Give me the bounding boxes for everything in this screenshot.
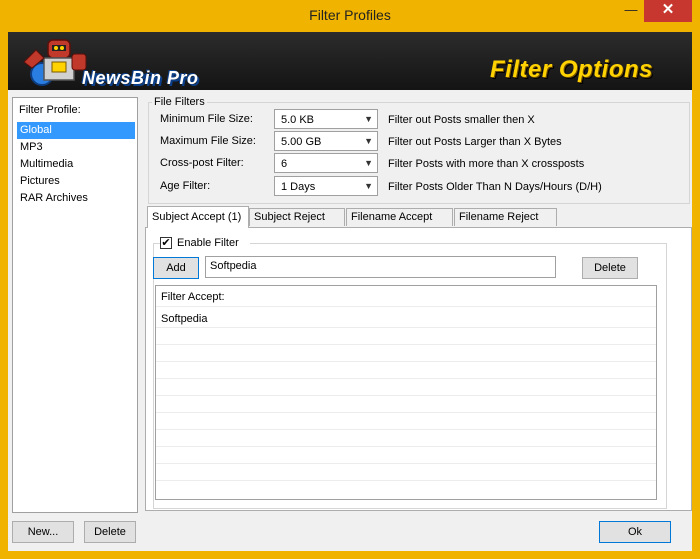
filter-accept-list[interactable]: Filter Accept: Softpedia — [155, 285, 657, 500]
title-bar[interactable]: Filter Profiles — ✕ — [0, 0, 700, 32]
list-gridline — [156, 395, 656, 396]
max-file-size-value: 5.00 GB — [281, 136, 322, 148]
profile-item-pictures[interactable]: Pictures — [17, 173, 135, 190]
max-file-size-select[interactable]: 5.00 GB ▼ — [274, 131, 378, 151]
age-filter-row: Age Filter: 1 Days ▼ Filter Posts Older T… — [160, 176, 690, 196]
cross-post-filter-value: 6 — [281, 158, 288, 170]
min-file-size-label: Minimum File Size: — [160, 113, 253, 125]
close-icon: ✕ — [661, 1, 675, 18]
list-gridline — [156, 306, 656, 307]
filter-accept-header: Filter Accept: — [161, 291, 225, 303]
age-filter-label: Age Filter: — [160, 180, 211, 192]
newsbin-logo-text: NewsBin Pro — [82, 68, 199, 88]
tab-subject-reject[interactable]: Subject Reject (0) — [249, 208, 345, 240]
profile-list-label: Filter Profile: — [19, 104, 81, 116]
profile-items: Global MP3 Multimedia Pictures RAR Archi… — [17, 122, 135, 207]
min-file-size-value: 5.0 KB — [281, 114, 315, 126]
add-button[interactable]: Add — [153, 257, 199, 279]
enable-filter-checkbox[interactable]: ✔ — [160, 237, 172, 249]
banner: NewsBin Pro Filter Options — [8, 32, 692, 90]
cross-post-filter-select[interactable]: 6 ▼ — [274, 153, 378, 173]
dropdown-arrow-icon: ▼ — [364, 158, 373, 168]
list-item[interactable]: Softpedia — [161, 313, 207, 325]
max-file-size-row: Maximum File Size: 5.00 GB ▼ Filter out P… — [160, 131, 690, 151]
cross-post-filter-description: Filter Posts with more than X crossposts — [388, 158, 585, 170]
delete-profile-button[interactable]: Delete — [84, 521, 136, 543]
checkmark-icon: ✔ — [161, 237, 171, 249]
enable-filter-checkbox-row[interactable]: ✔ Enable Filter — [160, 236, 250, 252]
file-filters-label: File Filters — [152, 96, 207, 108]
min-file-size-row: Minimum File Size: 5.0 KB ▼ Filter out Po… — [160, 109, 690, 129]
subject-filter-input[interactable]: Softpedia — [205, 256, 556, 278]
age-filter-select[interactable]: 1 Days ▼ — [274, 176, 378, 196]
minimize-button[interactable]: — — [618, 0, 644, 22]
min-file-size-description: Filter out Posts smaller then X — [388, 114, 535, 126]
ok-button[interactable]: Ok — [599, 521, 671, 543]
profile-list[interactable]: Filter Profile: Global MP3 Multimedia Pi… — [12, 97, 138, 513]
list-gridline — [156, 429, 656, 430]
min-file-size-select[interactable]: 5.0 KB ▼ — [274, 109, 378, 129]
list-gridline — [156, 446, 656, 447]
list-gridline — [156, 378, 656, 379]
delete-entry-button[interactable]: Delete — [582, 257, 638, 279]
filter-profiles-window: Filter Profiles — ✕ NewsBin Pro Filter O… — [0, 0, 700, 559]
age-filter-value: 1 Days — [281, 181, 316, 193]
list-gridline — [156, 361, 656, 362]
list-gridline — [156, 327, 656, 328]
banner-headline: Filter Options — [490, 56, 653, 83]
cross-post-filter-row: Cross-post Filter: 6 ▼ Filter Posts with … — [160, 153, 690, 173]
list-gridline — [156, 463, 656, 464]
profile-item-global[interactable]: Global — [17, 122, 135, 139]
cross-post-filter-label: Cross-post Filter: — [160, 157, 244, 169]
profile-item-rar-archives[interactable]: RAR Archives — [17, 190, 135, 207]
dialog-client-area: NewsBin Pro Filter Options Filter Profil… — [8, 32, 692, 551]
profile-item-mp3[interactable]: MP3 — [17, 139, 135, 156]
tab-filename-accept[interactable]: Filename Accept (0) — [346, 208, 453, 240]
tab-subject-accept[interactable]: Subject Accept (1) — [147, 206, 249, 228]
new-profile-button[interactable]: New... — [12, 521, 74, 543]
dropdown-arrow-icon: ▼ — [364, 114, 373, 124]
list-gridline — [156, 412, 656, 413]
enable-filter-label: Enable Filter — [177, 237, 239, 249]
list-gridline — [156, 344, 656, 345]
age-filter-description: Filter Posts Older Than N Days/Hours (D/… — [388, 181, 602, 193]
filter-tabs: Subject Accept (1) Subject Reject (0) Fi… — [147, 206, 691, 240]
list-gridline — [156, 480, 656, 481]
dropdown-arrow-icon: ▼ — [364, 136, 373, 146]
window-title: Filter Profiles — [309, 7, 391, 23]
profile-item-multimedia[interactable]: Multimedia — [17, 156, 135, 173]
minimize-icon: — — [624, 2, 638, 17]
max-file-size-description: Filter out Posts Larger than X Bytes — [388, 136, 562, 148]
close-button[interactable]: ✕ — [644, 0, 692, 22]
tab-filename-reject[interactable]: Filename Reject (0) — [454, 208, 557, 240]
max-file-size-label: Maximum File Size: — [160, 135, 256, 147]
dropdown-arrow-icon: ▼ — [364, 181, 373, 191]
